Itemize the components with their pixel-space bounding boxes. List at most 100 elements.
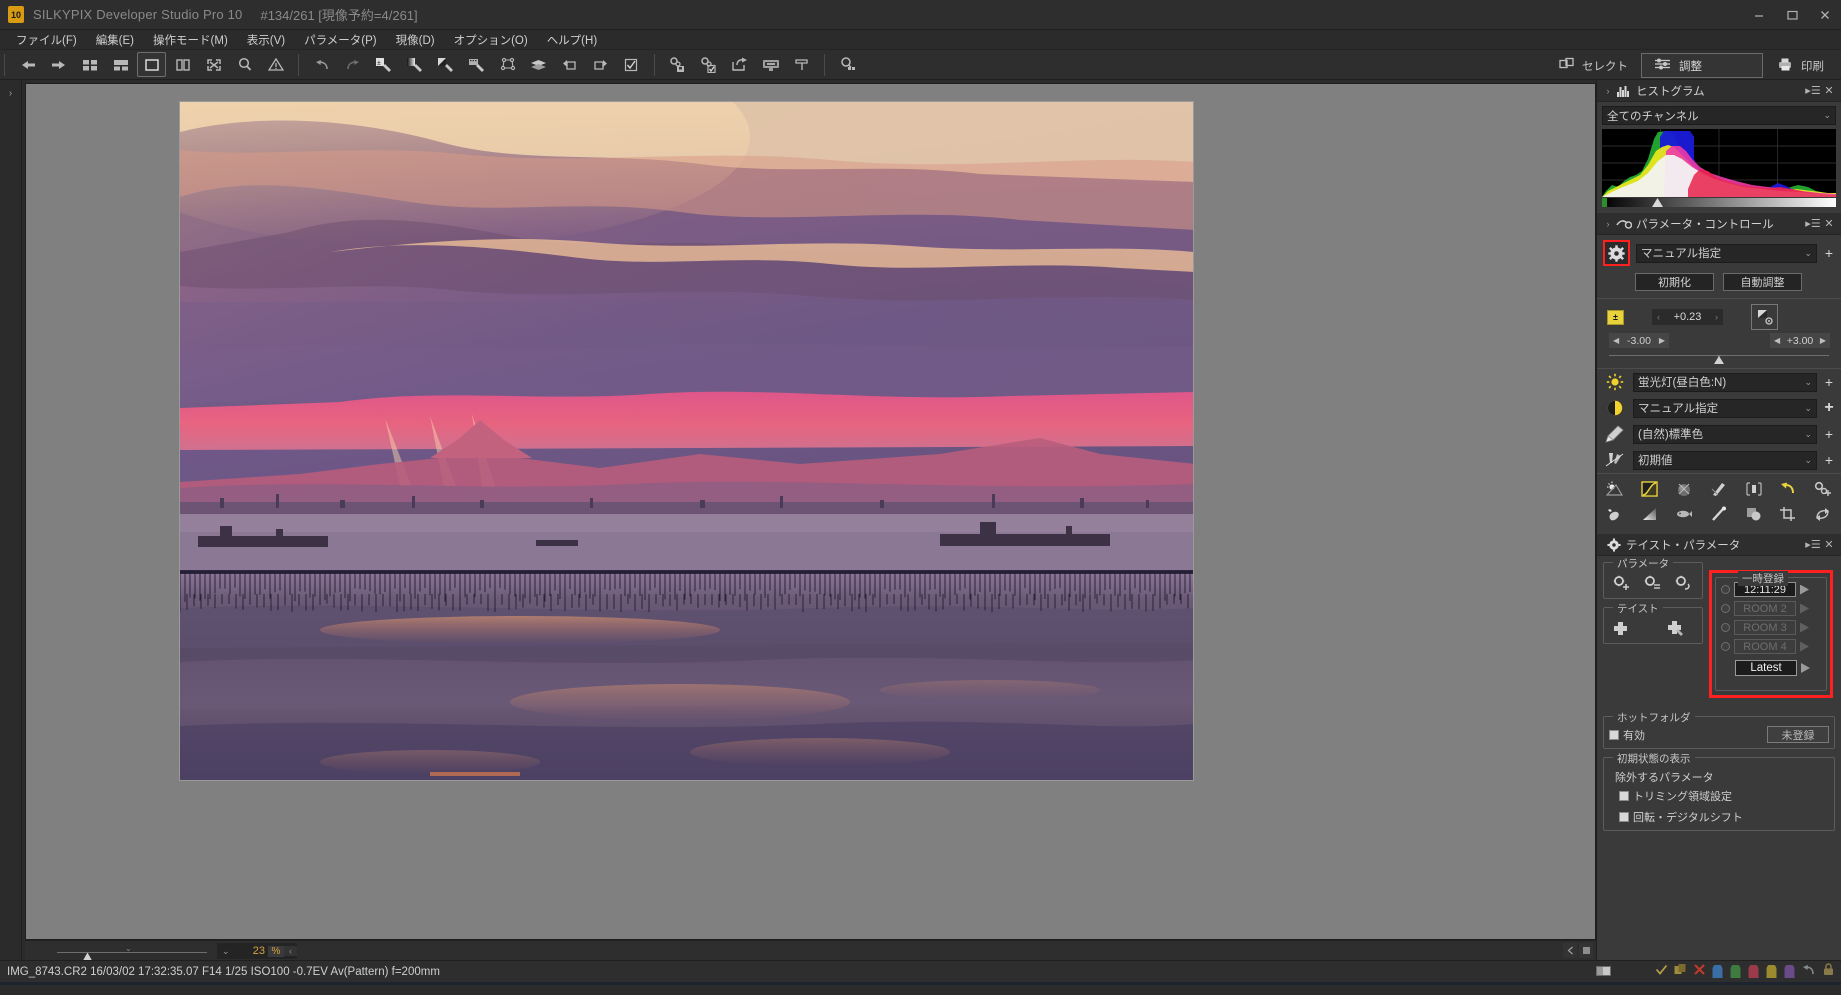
exposure-increment-icon[interactable]: › <box>1715 312 1718 322</box>
temp-register-slot-3-arrow[interactable] <box>1800 623 1809 633</box>
noise-reduction-icon[interactable] <box>1707 478 1731 499</box>
temp-register-slot-2[interactable]: ROOM 2 <box>1721 601 1826 616</box>
zoom-slider[interactable]: ⌄ <box>57 941 207 961</box>
fisheye-icon[interactable] <box>1672 503 1696 524</box>
close-button[interactable] <box>1808 0 1841 30</box>
display-icon[interactable] <box>756 52 785 77</box>
histogram-marker-handle[interactable] <box>1652 198 1663 207</box>
tone-curve-icon[interactable] <box>1638 478 1662 499</box>
white-balance-add-icon[interactable]: + <box>1823 374 1835 390</box>
magnifier-icon[interactable] <box>230 52 259 77</box>
taste-edit-icon[interactable] <box>1664 617 1688 638</box>
rotate-left-icon[interactable] <box>555 52 584 77</box>
digital-shift-icon[interactable] <box>1811 503 1835 524</box>
menu-edit[interactable]: 編集(E) <box>87 30 144 50</box>
temp-register-slot-4-arrow[interactable] <box>1800 642 1809 652</box>
sharpness-icon[interactable] <box>1603 450 1627 470</box>
lens-aberration-icon[interactable] <box>1742 478 1766 499</box>
fullscreen-icon[interactable] <box>199 52 228 77</box>
temp-register-slot-1-arrow[interactable] <box>1800 585 1809 595</box>
checkbox-icon[interactable] <box>1619 812 1629 822</box>
prev-image-icon[interactable] <box>13 52 42 77</box>
apply-params-icon[interactable] <box>694 52 723 77</box>
histogram-channel-combo[interactable]: 全てのチャンネル ⌄ <box>1602 106 1836 125</box>
temp-register-slot-3[interactable]: ROOM 3 <box>1721 620 1826 635</box>
undo-tag-icon[interactable] <box>1802 963 1816 981</box>
parameter-control-close-button[interactable]: ✕ <box>1821 217 1837 230</box>
sphere-shading-icon[interactable] <box>1742 503 1766 524</box>
parameter-control-menu-button[interactable]: ▸☰ <box>1805 217 1821 230</box>
min-right-arrow-icon[interactable]: ▶ <box>1659 336 1665 345</box>
maximize-button[interactable] <box>1775 0 1808 30</box>
checkbox-icon[interactable] <box>617 52 646 77</box>
zoom-value-box[interactable]: ⌄ 23 % ‹ <box>217 943 297 959</box>
color-add-icon[interactable]: + <box>1823 426 1835 442</box>
compare-view-icon[interactable] <box>168 52 197 77</box>
dust-removal-icon[interactable] <box>1603 503 1627 524</box>
menu-mode[interactable]: 操作モード(M) <box>144 30 238 50</box>
mode-select-button[interactable]: セレクト <box>1546 53 1641 78</box>
menu-parameter[interactable]: パラメータ(P) <box>295 30 386 50</box>
exposure-camera-icon[interactable] <box>1751 304 1778 330</box>
next-image-icon[interactable] <box>44 52 73 77</box>
radio-icon[interactable] <box>1721 623 1730 632</box>
preview-image[interactable] <box>179 101 1194 781</box>
cross-mark-icon[interactable] <box>1693 963 1706 981</box>
parameter-control-collapse-icon[interactable]: › <box>1601 219 1615 229</box>
checkbox-icon[interactable] <box>1619 791 1629 801</box>
tone-combo[interactable]: マニュアル指定 ⌄ <box>1633 399 1817 418</box>
checkbox-icon[interactable] <box>1609 730 1619 740</box>
exclude-trimming-checkbox[interactable]: トリミング領域設定 <box>1619 788 1829 804</box>
gradation-tool-icon[interactable] <box>400 52 429 77</box>
exposure-icon[interactable]: ± <box>1607 310 1624 325</box>
single-view-icon[interactable] <box>137 52 166 77</box>
thumbnail-list-icon[interactable] <box>106 52 135 77</box>
search-thumbs-icon[interactable] <box>833 52 862 77</box>
param-revert-icon[interactable] <box>1671 572 1695 593</box>
viewbar-collapse-icon[interactable] <box>1563 943 1577 958</box>
lock-icon[interactable] <box>1822 963 1835 981</box>
exposure-max-stepper[interactable]: ◀ +3.00 ▶ <box>1770 333 1830 348</box>
exposure-tool-icon[interactable]: ± <box>369 52 398 77</box>
tag-purple-icon[interactable] <box>1784 965 1796 980</box>
taste-parameter-menu-button[interactable]: ▸☰ <box>1805 538 1821 551</box>
menu-develop[interactable]: 現像(D) <box>387 30 445 50</box>
brush-icon[interactable] <box>1707 503 1731 524</box>
histogram-menu-button[interactable]: ▸☰ <box>1805 84 1821 97</box>
min-left-arrow-icon[interactable]: ◀ <box>1613 336 1619 345</box>
histogram-collapse-icon[interactable]: › <box>1601 86 1615 96</box>
rotate-reset-icon[interactable] <box>1776 478 1800 499</box>
radio-icon[interactable] <box>1721 642 1730 651</box>
exposure-slider[interactable]: ⌄ <box>1609 350 1829 364</box>
add-preset-icon[interactable]: + <box>1823 245 1835 261</box>
zoom-dropdown-icon[interactable]: ⌄ <box>222 946 230 957</box>
temp-register-slot-4-label[interactable]: ROOM 4 <box>1734 639 1796 654</box>
mode-adjust-button[interactable]: 調整 <box>1641 53 1763 78</box>
temp-register-latest[interactable]: Latest <box>1735 660 1826 676</box>
contrast-tool-icon[interactable] <box>431 52 460 77</box>
menu-view[interactable]: 表示(V) <box>238 30 295 50</box>
copy-tag-icon[interactable] <box>1674 963 1687 981</box>
viewbar-panel-icon[interactable] <box>1579 943 1593 958</box>
tag-blue-icon[interactable] <box>1712 965 1724 980</box>
save-params-icon[interactable] <box>663 52 692 77</box>
left-collapsed-panel[interactable]: › <box>0 80 22 960</box>
rotate-right-icon[interactable] <box>586 52 615 77</box>
layers-icon[interactable] <box>524 52 553 77</box>
spot-tool-icon[interactable] <box>493 52 522 77</box>
radio-icon[interactable] <box>1721 585 1730 594</box>
dodge-burn-icon[interactable] <box>1672 478 1696 499</box>
param-copy-icon[interactable] <box>1640 572 1664 593</box>
exclude-rotation-checkbox[interactable]: 回転・デジタルシフト <box>1619 809 1829 825</box>
exposure-decrement-icon[interactable]: ‹ <box>1657 312 1660 322</box>
tag-green-icon[interactable] <box>1730 965 1742 980</box>
temp-register-slot-4[interactable]: ROOM 4 <box>1721 639 1826 654</box>
color-combo[interactable]: (自然)標準色 ⌄ <box>1633 425 1817 444</box>
gradient-filter-icon[interactable] <box>1638 503 1662 524</box>
hot-folder-status-button[interactable]: 未登録 <box>1767 726 1829 743</box>
temp-register-latest-arrow[interactable] <box>1801 663 1810 673</box>
param-add-icon[interactable] <box>1609 572 1633 593</box>
minimize-button[interactable] <box>1742 0 1775 30</box>
tag-red-icon[interactable] <box>1748 965 1760 980</box>
reset-button[interactable]: 初期化 <box>1635 273 1714 291</box>
